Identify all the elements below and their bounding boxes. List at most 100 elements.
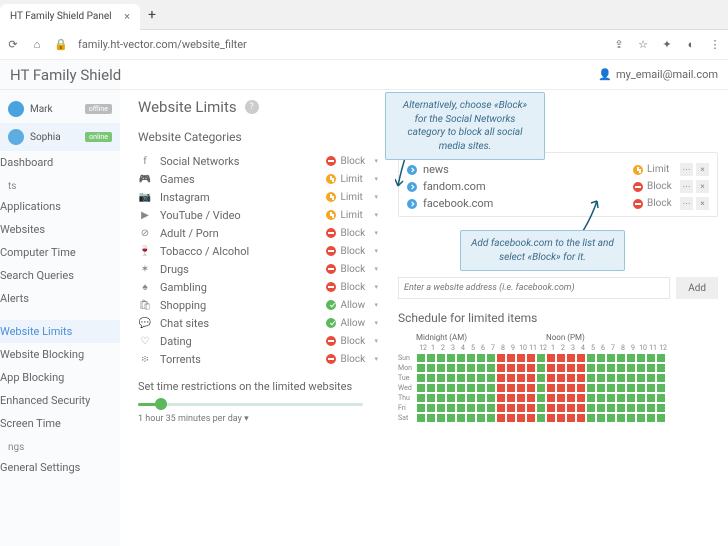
schedule-cell[interactable] bbox=[456, 373, 466, 383]
add-button[interactable]: Add bbox=[676, 277, 718, 299]
schedule-cell[interactable] bbox=[516, 373, 526, 383]
schedule-cell[interactable] bbox=[636, 373, 646, 383]
schedule-cell[interactable] bbox=[636, 413, 646, 423]
schedule-cell[interactable] bbox=[626, 353, 636, 363]
action-dropdown[interactable]: Block bbox=[340, 354, 370, 365]
chevron-down-icon[interactable]: ▾ bbox=[374, 283, 378, 291]
schedule-cell[interactable] bbox=[496, 403, 506, 413]
schedule-cell[interactable] bbox=[486, 403, 496, 413]
schedule-cell[interactable] bbox=[486, 413, 496, 423]
schedule-cell[interactable] bbox=[626, 393, 636, 403]
schedule-cell[interactable] bbox=[526, 373, 536, 383]
schedule-cell[interactable] bbox=[506, 413, 516, 423]
schedule-cell[interactable] bbox=[636, 363, 646, 373]
schedule-cell[interactable] bbox=[446, 383, 456, 393]
schedule-cell[interactable] bbox=[646, 353, 656, 363]
nav-app-blocking[interactable]: App Blocking bbox=[0, 366, 120, 389]
schedule-cell[interactable] bbox=[476, 373, 486, 383]
schedule-cell[interactable] bbox=[556, 363, 566, 373]
schedule-cell[interactable] bbox=[646, 373, 656, 383]
schedule-cell[interactable] bbox=[556, 373, 566, 383]
chevron-down-icon[interactable]: ▾ bbox=[374, 229, 378, 237]
schedule-cell[interactable] bbox=[496, 413, 506, 423]
schedule-cell[interactable] bbox=[566, 353, 576, 363]
action-dropdown[interactable]: Block bbox=[647, 181, 677, 192]
schedule-cell[interactable] bbox=[646, 413, 656, 423]
schedule-cell[interactable] bbox=[576, 413, 586, 423]
url-field[interactable]: family.ht-vector.com/website_filter bbox=[78, 38, 338, 51]
schedule-cell[interactable] bbox=[616, 353, 626, 363]
schedule-cell[interactable] bbox=[586, 363, 596, 373]
schedule-cell[interactable] bbox=[576, 373, 586, 383]
schedule-cell[interactable] bbox=[596, 373, 606, 383]
schedule-cell[interactable] bbox=[466, 413, 476, 423]
schedule-cell[interactable] bbox=[506, 373, 516, 383]
schedule-cell[interactable] bbox=[606, 413, 616, 423]
chevron-down-icon[interactable]: ▾ bbox=[374, 337, 378, 345]
schedule-cell[interactable] bbox=[616, 413, 626, 423]
schedule-cell[interactable] bbox=[626, 383, 636, 393]
schedule-cell[interactable] bbox=[566, 363, 576, 373]
menu-icon[interactable]: ⋮ bbox=[708, 38, 722, 52]
schedule-cell[interactable] bbox=[656, 363, 666, 373]
nav-enhanced-security[interactable]: Enhanced Security bbox=[0, 389, 120, 412]
schedule-cell[interactable] bbox=[486, 353, 496, 363]
schedule-cell[interactable] bbox=[646, 403, 656, 413]
schedule-cell[interactable] bbox=[496, 383, 506, 393]
schedule-cell[interactable] bbox=[416, 373, 426, 383]
schedule-cell[interactable] bbox=[486, 373, 496, 383]
slider-value[interactable]: 1 hour 35 minutes per day ▾ bbox=[138, 414, 378, 424]
schedule-cell[interactable] bbox=[536, 393, 546, 403]
schedule-cell[interactable] bbox=[516, 353, 526, 363]
edit-button[interactable]: ⋯ bbox=[680, 163, 693, 176]
schedule-cell[interactable] bbox=[456, 393, 466, 403]
schedule-cell[interactable] bbox=[606, 353, 616, 363]
schedule-cell[interactable] bbox=[526, 353, 536, 363]
schedule-cell[interactable] bbox=[546, 393, 556, 403]
schedule-cell[interactable] bbox=[426, 413, 436, 423]
schedule-cell[interactable] bbox=[426, 353, 436, 363]
schedule-cell[interactable] bbox=[636, 383, 646, 393]
schedule-cell[interactable] bbox=[436, 363, 446, 373]
schedule-cell[interactable] bbox=[556, 403, 566, 413]
nav-websites[interactable]: Websites bbox=[0, 218, 120, 241]
schedule-cell[interactable] bbox=[506, 393, 516, 403]
schedule-cell[interactable] bbox=[536, 403, 546, 413]
remove-button[interactable]: × bbox=[696, 180, 709, 193]
time-slider[interactable] bbox=[138, 403, 363, 406]
schedule-cell[interactable] bbox=[536, 413, 546, 423]
schedule-cell[interactable] bbox=[566, 403, 576, 413]
action-dropdown[interactable]: Limit bbox=[340, 210, 370, 221]
schedule-cell[interactable] bbox=[536, 373, 546, 383]
schedule-cell[interactable] bbox=[546, 403, 556, 413]
schedule-cell[interactable] bbox=[626, 403, 636, 413]
schedule-cell[interactable] bbox=[456, 403, 466, 413]
schedule-cell[interactable] bbox=[646, 383, 656, 393]
action-dropdown[interactable]: Block bbox=[340, 156, 370, 167]
schedule-cell[interactable] bbox=[466, 363, 476, 373]
remove-button[interactable]: × bbox=[696, 197, 709, 210]
action-dropdown[interactable]: Allow bbox=[340, 318, 370, 329]
schedule-cell[interactable] bbox=[626, 413, 636, 423]
schedule-cell[interactable] bbox=[486, 393, 496, 403]
schedule-cell[interactable] bbox=[426, 363, 436, 373]
nav-applications[interactable]: Applications bbox=[0, 195, 120, 218]
schedule-cell[interactable] bbox=[416, 363, 426, 373]
schedule-cell[interactable] bbox=[526, 413, 536, 423]
schedule-cell[interactable] bbox=[416, 353, 426, 363]
schedule-cell[interactable] bbox=[566, 393, 576, 403]
schedule-cell[interactable] bbox=[476, 353, 486, 363]
schedule-cell[interactable] bbox=[566, 413, 576, 423]
schedule-cell[interactable] bbox=[456, 413, 466, 423]
schedule-cell[interactable] bbox=[486, 383, 496, 393]
chevron-down-icon[interactable]: ▾ bbox=[374, 193, 378, 201]
schedule-cell[interactable] bbox=[596, 383, 606, 393]
schedule-cell[interactable] bbox=[446, 413, 456, 423]
schedule-cell[interactable] bbox=[516, 413, 526, 423]
chevron-down-icon[interactable]: ▾ bbox=[374, 355, 378, 363]
schedule-cell[interactable] bbox=[506, 403, 516, 413]
schedule-cell[interactable] bbox=[526, 393, 536, 403]
schedule-cell[interactable] bbox=[556, 383, 566, 393]
action-dropdown[interactable]: Block bbox=[340, 336, 370, 347]
schedule-cell[interactable] bbox=[576, 383, 586, 393]
